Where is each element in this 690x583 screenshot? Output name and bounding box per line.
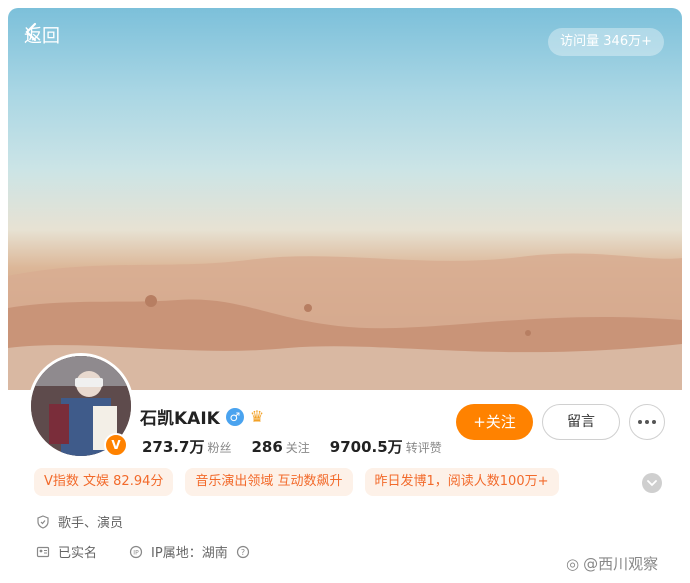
stat-value: 273.7万 (142, 438, 205, 456)
stats-row: 273.7万 粉丝 286 关注 9700.5万 转评赞 (142, 436, 442, 457)
message-button[interactable]: 留言 (542, 404, 620, 440)
stat-label: 关注 (285, 441, 310, 455)
chevron-down-icon (647, 479, 657, 486)
visit-count-badge: 访问量 346万+ (548, 28, 664, 56)
crown-icon: ♛ (249, 407, 265, 426)
more-options-button[interactable] (629, 404, 665, 440)
real-name-status: 已实名 (58, 546, 98, 561)
id-card-icon (36, 546, 50, 557)
chevron-left-icon (25, 22, 37, 42)
back-button[interactable]: 返回 (24, 22, 60, 48)
name-row: 石凯KAIK ♂ ♛ (140, 404, 264, 429)
cover-image: 返回 访问量 346万+ (8, 8, 682, 390)
profile-card: 返回 访问量 346万+ V 石凯KAIK ♂ ♛ 273.7万 粉丝 286 … (8, 8, 682, 583)
stat-label: 粉丝 (207, 441, 232, 455)
stat-interactions: 9700.5万 转评赞 (330, 436, 442, 457)
stat-value: 286 (251, 438, 283, 456)
watermark-text: @西川观察 (583, 555, 659, 573)
shield-icon (37, 514, 49, 529)
tag-v-index[interactable]: V指数 文娱 82.94分 (34, 468, 174, 496)
occupation-text: 歌手、演员 (58, 516, 124, 531)
follow-button[interactable]: +关注 (456, 404, 533, 440)
stat-value: 9700.5万 (329, 438, 403, 456)
identity-row: 已实名 IP IP属地：湖南 ? (36, 542, 250, 561)
male-icon: ♂ (225, 407, 244, 426)
stat-label: 转评赞 (405, 441, 442, 455)
help-icon[interactable]: ? (236, 545, 250, 559)
ip-location-icon: IP (129, 545, 143, 558)
more-dot-icon (645, 420, 649, 424)
expand-tags-button[interactable] (642, 473, 662, 493)
tag-row: V指数 文娱 82.94分 音乐演出领域 互动数飙升 昨日发博1，阅读人数100… (34, 468, 559, 496)
tag-yesterday-post[interactable]: 昨日发博1，阅读人数100万+ (364, 468, 559, 496)
user-name: 石凯KAIK (140, 409, 220, 429)
svg-text:IP: IP (133, 549, 139, 556)
occupation-row: 歌手、演员 (36, 512, 123, 531)
ip-location-text: IP属地：湖南 (151, 546, 228, 561)
weibo-logo-icon: ◎ (566, 554, 580, 573)
stat-following[interactable]: 286 关注 (251, 438, 309, 456)
tag-music-trend[interactable]: 音乐演出领域 互动数飙升 (185, 468, 353, 496)
beach-sand-illustration (8, 253, 682, 390)
svg-text:?: ? (241, 548, 245, 557)
watermark: ◎ @西川观察 (566, 553, 658, 574)
stat-followers[interactable]: 273.7万 粉丝 (142, 436, 231, 457)
more-dot-icon (652, 420, 656, 424)
verified-badge: V (104, 433, 128, 457)
more-dot-icon (638, 420, 642, 424)
